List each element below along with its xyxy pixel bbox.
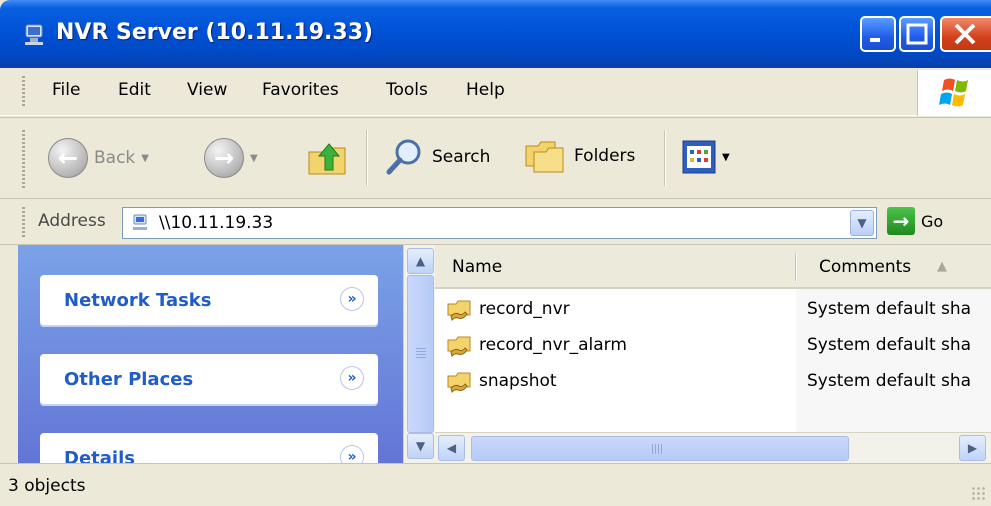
shared-folder-icon (447, 372, 471, 393)
address-label: Address (38, 211, 106, 231)
shared-folder-icon (447, 336, 471, 357)
window-title: NVR Server (10.11.19.33) (56, 20, 374, 45)
column-divider[interactable] (795, 253, 797, 281)
search-label: Search (432, 147, 491, 167)
status-text: 3 objects (8, 476, 86, 496)
chevron-right-icon: ▶ (967, 441, 978, 455)
chevron-down-icon: ▼ (857, 216, 867, 230)
search-button[interactable]: Search (384, 136, 490, 178)
title-bar[interactable]: NVR Server (10.11.19.33) (0, 0, 991, 68)
toolbar-separator (366, 130, 368, 186)
close-icon (954, 23, 976, 45)
address-value: \\10.11.19.33 (159, 213, 274, 233)
chevron-expand-icon[interactable]: » (340, 445, 364, 463)
back-dropdown-icon[interactable]: ▼ (141, 153, 149, 164)
scroll-right-button[interactable]: ▶ (959, 435, 986, 461)
close-button[interactable] (940, 16, 991, 52)
file-list: Name Comments ▲ record_nvr System defaul… (435, 245, 991, 432)
task-group-title: Other Places (64, 369, 194, 390)
column-header-name[interactable]: Name (452, 257, 502, 277)
menu-file[interactable]: File (52, 80, 80, 100)
forward-dropdown-icon[interactable]: ▼ (250, 153, 258, 164)
file-comment: System default sha (807, 335, 972, 355)
menu-edit[interactable]: Edit (118, 80, 151, 100)
folders-button[interactable]: Folders (524, 136, 635, 176)
views-dropdown-icon[interactable]: ▼ (722, 152, 730, 163)
forward-button[interactable]: → ▼ (204, 138, 258, 178)
list-item[interactable]: record_nvr System default sha (435, 291, 991, 327)
scroll-left-button[interactable]: ◀ (438, 435, 465, 461)
resize-grip-icon[interactable] (971, 486, 987, 502)
search-icon (386, 139, 421, 175)
folders-label: Folders (574, 146, 636, 166)
windows-logo (917, 70, 991, 116)
address-field[interactable]: \\10.11.19.33 ▼ (122, 207, 877, 239)
task-group-network-tasks[interactable]: Network Tasks » (40, 275, 378, 327)
network-computer-icon (25, 24, 43, 45)
back-arrow-icon: ← (48, 138, 88, 178)
chevron-down-icon: ▼ (415, 439, 426, 453)
list-item[interactable]: snapshot System default sha (435, 363, 991, 399)
chevron-left-icon: ◀ (446, 441, 457, 455)
file-comment: System default sha (807, 371, 972, 391)
scroll-thumb[interactable] (407, 275, 434, 433)
column-header-comments[interactable]: Comments (819, 257, 911, 277)
column-header-row: Name Comments ▲ (435, 245, 991, 289)
windows-flag-icon (939, 78, 968, 107)
menu-view[interactable]: View (187, 80, 227, 100)
menu-tools[interactable]: Tools (386, 80, 428, 100)
file-name: record_nvr_alarm (479, 335, 627, 355)
go-button[interactable]: → Go (887, 207, 943, 235)
views-button[interactable]: ▼ (682, 140, 730, 174)
address-dropdown-button[interactable]: ▼ (850, 210, 874, 236)
maximize-icon (906, 23, 928, 45)
address-bar: Address \\10.11.19.33 ▼ → Go (0, 199, 991, 245)
file-comment: System default sha (807, 299, 972, 319)
file-list-horizontal-scrollbar[interactable]: ◀ ▶ (435, 432, 991, 463)
status-bar: 3 objects (0, 463, 991, 506)
folders-icon (525, 141, 564, 173)
folder-up-icon (308, 143, 346, 175)
task-pane: Network Tasks » Other Places » Details » (18, 245, 403, 463)
task-group-other-places[interactable]: Other Places » (40, 354, 378, 406)
address-grip[interactable] (22, 207, 25, 237)
back-button[interactable]: ← Back ▼ (48, 138, 149, 178)
scroll-down-button[interactable]: ▼ (407, 433, 434, 459)
chevron-expand-icon[interactable]: » (340, 366, 364, 390)
scroll-up-button[interactable]: ▲ (407, 248, 434, 274)
shared-folder-icon (447, 300, 471, 321)
task-pane-scrollbar[interactable]: ▲ ▼ (403, 245, 435, 463)
minimize-button[interactable] (860, 16, 896, 52)
chevron-expand-icon[interactable]: » (340, 287, 364, 311)
menu-help[interactable]: Help (466, 80, 505, 100)
go-arrow-icon: → (887, 207, 915, 235)
maximize-button[interactable] (899, 16, 935, 52)
menu-bar: File Edit View Favorites Tools Help (0, 68, 991, 116)
file-name: snapshot (479, 371, 557, 391)
menu-favorites[interactable]: Favorites (262, 80, 339, 100)
file-name: record_nvr (479, 299, 570, 319)
minimize-icon (870, 38, 880, 42)
chevron-up-icon: ▲ (415, 254, 426, 268)
toolbar-grip[interactable] (22, 130, 25, 188)
task-group-title: Network Tasks (64, 290, 212, 311)
sort-ascending-icon: ▲ (937, 259, 947, 274)
task-group-details[interactable]: Details » (40, 433, 378, 463)
toolbar-separator (664, 130, 666, 186)
views-icon (682, 140, 716, 174)
standard-toolbar: ← Back ▼ → ▼ Search Folders ▼ (0, 117, 991, 199)
go-label: Go (921, 211, 944, 231)
scroll-thumb[interactable] (471, 436, 849, 461)
network-computer-icon (133, 214, 147, 230)
menu-grip[interactable] (22, 76, 25, 108)
up-button[interactable] (305, 134, 353, 182)
forward-arrow-icon: → (204, 138, 244, 178)
list-item[interactable]: record_nvr_alarm System default sha (435, 327, 991, 363)
back-label: Back (94, 148, 136, 168)
task-group-title: Details (64, 448, 135, 463)
